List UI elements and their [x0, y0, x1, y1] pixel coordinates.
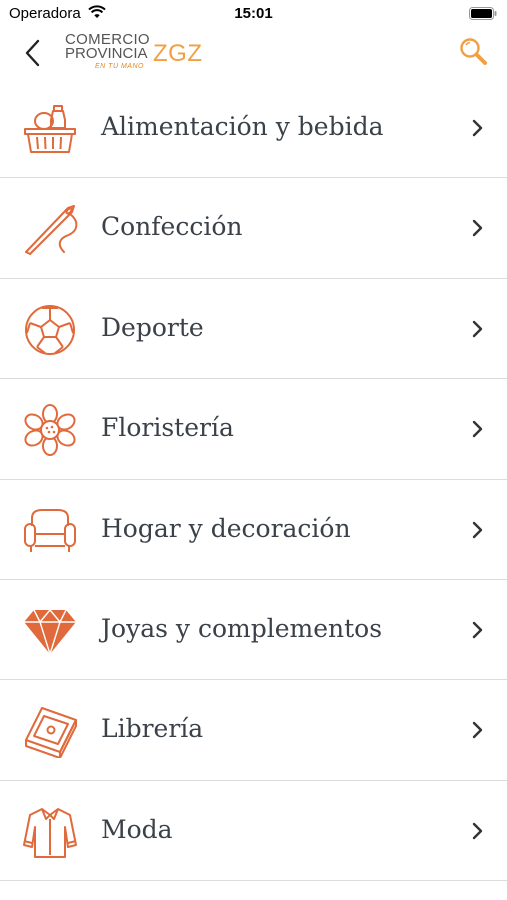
flower-icon [24, 404, 76, 457]
category-row-deporte[interactable]: Deporte [0, 279, 507, 380]
armchair-icon [24, 508, 76, 552]
category-label: Confección [101, 212, 243, 242]
app-logo: COMERCIO PROVINCIA ZGZ EN TU MANO [65, 31, 215, 75]
category-row-libreria[interactable]: Librería [0, 680, 507, 781]
chevron-right-icon [472, 320, 483, 337]
chevron-right-icon [472, 420, 483, 438]
diamond-icon [24, 609, 76, 655]
chevron-right-icon [472, 822, 483, 839]
logo-tagline: EN TU MANO [95, 63, 144, 70]
category-row-moda[interactable]: Moda [0, 781, 507, 882]
battery-icon [469, 7, 497, 20]
category-row-hogar[interactable]: Hogar y decoración [0, 480, 507, 580]
category-list: Alimentación y bebida Confección Deporte… [0, 78, 507, 882]
book-icon [25, 707, 77, 759]
category-row-joyas[interactable]: Joyas y complementos [0, 580, 507, 681]
category-row-floristeria[interactable]: Floristería [0, 379, 507, 480]
category-row-alimentacion[interactable]: Alimentación y bebida [0, 78, 507, 179]
chevron-right-icon [472, 621, 483, 639]
status-time: 15:01 [234, 5, 273, 22]
back-icon[interactable] [18, 36, 48, 70]
category-label: Moda [101, 814, 173, 844]
chevron-right-icon [472, 521, 483, 538]
chevron-right-icon [472, 119, 483, 137]
soccer-ball-icon [25, 304, 75, 355]
shirt-icon [23, 807, 77, 858]
logo-line2: PROVINCIA [65, 45, 148, 62]
logo-accent: ZGZ [153, 40, 203, 67]
category-label: Joyas y complementos [101, 613, 383, 643]
category-label: Hogar y decoración [101, 513, 351, 543]
food-basket-icon [24, 105, 76, 153]
status-bar: Operadora 15:01 [0, 0, 507, 28]
category-label: Deporte [101, 312, 204, 342]
category-label: Floristería [101, 413, 234, 443]
category-row-confeccion[interactable]: Confección [0, 178, 507, 279]
navigation-bar: COMERCIO PROVINCIA ZGZ EN TU MANO [0, 28, 507, 78]
chevron-right-icon [472, 220, 483, 237]
needle-thread-icon [25, 205, 78, 256]
search-icon[interactable] [457, 35, 491, 69]
category-label: Alimentación y bebida [101, 112, 384, 141]
category-label: Librería [101, 714, 204, 744]
chevron-right-icon [472, 722, 483, 739]
